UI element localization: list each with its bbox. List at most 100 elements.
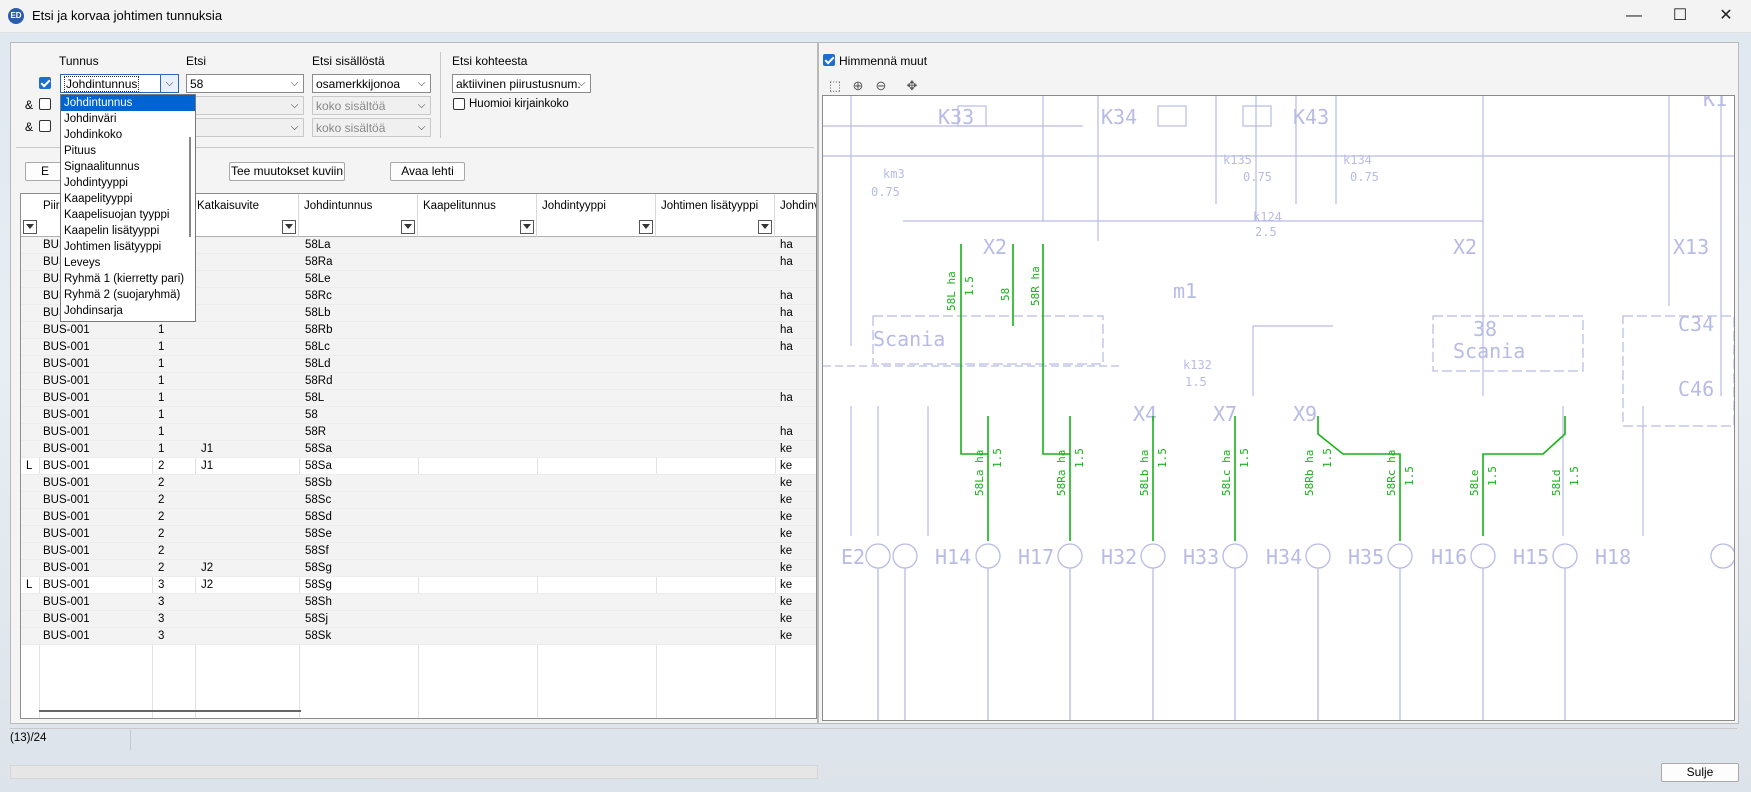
table-cell: BUS-001 — [43, 324, 90, 336]
maximize-button[interactable]: ☐ — [1657, 0, 1703, 32]
table-row[interactable]: BUS-001 2 58Sc ke — [21, 492, 816, 509]
dropdown-item[interactable]: Johdintyyppi — [61, 175, 195, 191]
tee-muutokset-button[interactable]: Tee muutokset kuviin — [229, 162, 345, 181]
dropdown-item[interactable]: Ryhmä 2 (suojaryhmä) — [61, 287, 195, 303]
filter-icon[interactable] — [23, 220, 37, 234]
chevron-down-icon: ⌵ — [290, 122, 299, 133]
dropdown-item[interactable]: Kaapelityyppi — [61, 191, 195, 207]
header-label: Johtimen lisätyyppi — [661, 200, 759, 212]
table-row[interactable]: BUS-001 1 58Rd — [21, 373, 816, 390]
etsi-button[interactable]: E — [25, 162, 65, 181]
table-row[interactable]: BUS-001 1 58Ld — [21, 356, 816, 373]
filter-icon[interactable] — [282, 220, 296, 234]
etsi-input-3[interactable]: ⌵ — [186, 118, 304, 137]
select-region-icon[interactable]: ⬚ — [827, 78, 843, 94]
header-johdinvari[interactable]: Johdinväri — [775, 194, 816, 237]
dropdown-item[interactable]: Signaalitunnus — [61, 159, 195, 175]
svg-text:0.75: 0.75 — [871, 185, 900, 199]
table-cell: 58Sh — [305, 596, 332, 608]
sisalto-select-3[interactable]: koko sisältöä ⌵ — [312, 118, 431, 137]
dropdown-item[interactable]: Johdintunnus — [61, 95, 195, 111]
filter-icon[interactable] — [520, 220, 534, 234]
horizontal-scrollbar[interactable] — [39, 710, 301, 712]
table-row[interactable]: BUS-001 1 J1 58Sa ke — [21, 441, 816, 458]
dropdown-item[interactable]: Johdinsarja — [61, 303, 195, 319]
dropdown-item[interactable]: Kaapelin lisätyyppi — [61, 223, 195, 239]
etsi-input[interactable]: 58 ⌵ — [186, 74, 304, 93]
dropdown-item[interactable]: Pituus — [61, 143, 195, 159]
table-row[interactable]: L BUS-001 3 J2 58Sg ke — [21, 577, 816, 594]
sulje-button[interactable]: Sulje — [1661, 763, 1739, 782]
row3-checkbox[interactable] — [39, 120, 51, 132]
table-row[interactable]: BUS-001 1 58L ha — [21, 390, 816, 407]
header-johdintunnus[interactable]: Johdintunnus — [299, 194, 418, 237]
table-row[interactable]: BUS-001 1 58Rb ha — [21, 322, 816, 339]
svg-text:1.5: 1.5 — [1185, 375, 1207, 389]
table-row[interactable]: BUS-001 1 58 — [21, 407, 816, 424]
table-row[interactable]: BUS-001 2 58Sb ke — [21, 475, 816, 492]
minimize-button[interactable]: — — [1611, 0, 1657, 32]
table-cell: 58Lb — [305, 307, 331, 319]
etsi-input-2[interactable]: ⌵ — [186, 96, 304, 115]
table-cell: 58Sa — [305, 443, 332, 455]
header-katkaisuvite[interactable]: Katkaisuvite — [195, 194, 299, 237]
filter-icon[interactable] — [639, 220, 653, 234]
dropdown-item[interactable]: Leveys — [61, 255, 195, 271]
row2-checkbox[interactable] — [39, 98, 51, 110]
dropdown-item[interactable]: Johtimen lisätyyppi — [61, 239, 195, 255]
table-row[interactable]: BUS-001 1 58R ha — [21, 424, 816, 441]
svg-text:58: 58 — [999, 288, 1012, 301]
pan-icon[interactable]: ✥ — [904, 78, 920, 94]
table-cell: 58Se — [305, 528, 332, 540]
table-cell: 58Sg — [305, 562, 332, 574]
table-cell: ke — [780, 443, 793, 455]
table-row[interactable]: BUS-001 3 58Sh ke — [21, 594, 816, 611]
table-row[interactable]: BUS-001 3 58Sj ke — [21, 611, 816, 628]
sisalto-select-2[interactable]: koko sisältöä ⌵ — [312, 96, 431, 115]
kohde-select[interactable]: aktiivinen piirustusnum. ⌵ — [452, 74, 591, 93]
zoom-out-icon[interactable]: ⊖ — [873, 78, 889, 94]
table-row[interactable]: BUS-001 2 J2 58Sg ke — [21, 560, 816, 577]
header-lisatyyppi[interactable]: Johtimen lisätyyppi — [656, 194, 775, 237]
tunnus-select[interactable]: Johdintunnus ⌵ — [60, 74, 179, 93]
lamp-label: E2 — [841, 545, 865, 569]
dim-checkbox[interactable] — [823, 54, 835, 66]
box-label: C46 — [1678, 377, 1714, 401]
filter-icon[interactable] — [758, 220, 772, 234]
table-cell: J2 — [201, 562, 214, 574]
case-checkbox[interactable] — [453, 98, 465, 110]
dropdown-item[interactable]: Johdinväri — [61, 111, 195, 127]
schematic-preview[interactable]: K33 K34 K43 K1 X2 X4 X7 X9 X2 X13 Scania… — [822, 95, 1735, 721]
table-cell: BUS-001 — [43, 545, 90, 557]
close-button[interactable]: ✕ — [1703, 0, 1749, 32]
sisalto-select[interactable]: osamerkkijonoa ⌵ — [312, 74, 431, 93]
table-cell: 2 — [158, 528, 165, 540]
table-cell: 2 — [158, 511, 165, 523]
dropdown-item[interactable]: Kaapelisuojan tyyppi — [61, 207, 195, 223]
table-row[interactable]: BUS-001 2 58Sd ke — [21, 509, 816, 526]
row1-checkbox[interactable] — [39, 77, 51, 89]
svg-text:1.5: 1.5 — [1073, 448, 1086, 468]
filter-icon[interactable] — [401, 220, 415, 234]
connector-label: X7 — [1213, 402, 1237, 426]
svg-text:0.75: 0.75 — [1350, 170, 1379, 184]
header-label: Kaapelitunnus — [423, 200, 496, 212]
table-row[interactable]: BUS-001 2 58Se ke — [21, 526, 816, 543]
header-kaapelitunnus[interactable]: Kaapelitunnus — [418, 194, 537, 237]
table-row[interactable]: L BUS-001 2 J1 58Sa ke — [21, 458, 816, 475]
table-cell: 58 — [305, 409, 318, 421]
table-row[interactable]: BUS-001 1 58Lc ha — [21, 339, 816, 356]
table-row[interactable]: BUS-001 3 58Sk ke — [21, 628, 816, 645]
table-cell: BUS-001 — [43, 409, 90, 421]
zoom-in-icon[interactable]: ⊕ — [850, 78, 866, 94]
table-cell: L — [26, 579, 33, 591]
table-row[interactable]: BUS-001 2 58Sf ke — [21, 543, 816, 560]
dropdown-item[interactable]: Johdinkoko — [61, 127, 195, 143]
header-johdintyyppi[interactable]: Johdintyyppi — [537, 194, 656, 237]
dropdown-item[interactable]: Ryhmä 1 (kierretty pari) — [61, 271, 195, 287]
table-cell: ha — [780, 426, 793, 438]
lamp-label: H35 — [1348, 545, 1384, 569]
avaa-lehti-button[interactable]: Avaa lehti — [390, 162, 465, 181]
dropdown-scrollbar[interactable] — [189, 137, 191, 237]
chevron-down-icon: ⌵ — [417, 78, 426, 89]
